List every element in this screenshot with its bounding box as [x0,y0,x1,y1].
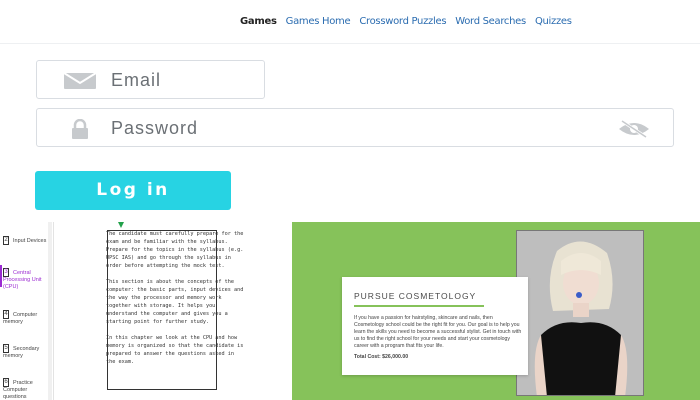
sidebar-item-number: 5 [3,344,9,353]
envelope-icon [63,72,97,89]
sidebar-item-number: 4 [3,310,9,319]
sidebar-item-secondary-memory[interactable]: 5 Secondary memory [3,344,51,360]
document-sidebar: 2 Input Devices 3 Central Processing Unit … [0,222,54,400]
banner-body: If you have a passion for hairstyling, s… [354,315,524,361]
document-paragraph: The candidate must carefully prepare for… [106,231,244,269]
lock-icon [72,119,88,139]
banner-divider [354,305,484,307]
eye-slash-icon[interactable] [617,120,651,138]
document-paragraph: In this chapter we look at the CPU and h… [106,335,244,365]
nav-item-games[interactable]: Games [240,16,277,27]
sidebar-item-number: 2 [3,236,9,245]
sidebar-item-input-devices[interactable]: 2 Input Devices [3,236,51,245]
banner-total-cost: Total Cost: $26,000.00 [354,354,409,360]
document-preview: 2 Input Devices 3 Central Processing Unit … [0,222,290,400]
page: Games Games Home Crossword Puzzles Word … [0,0,700,400]
email-field[interactable]: Email [36,60,265,99]
banner-title: PURSUE COSMETOLOGY [354,291,477,301]
sidebar-item-practice-questions[interactable]: 6 Practice Computer questions [3,378,51,400]
password-placeholder: Password [111,118,199,138]
sidebar-item-computer-memory[interactable]: 4 Computer memory [3,310,51,326]
nav-item-games-home[interactable]: Games Home [286,16,351,27]
top-nav: Games Games Home Crossword Puzzles Word … [0,0,700,44]
password-field[interactable]: Password [36,108,674,147]
model-photo [516,230,644,396]
banner-card: PURSUE COSMETOLOGY If you have a passion… [342,277,528,375]
sidebar-item-label: Input Devices [13,237,47,244]
model-illustration [517,231,643,395]
nav-item-word-searches[interactable]: Word Searches [455,16,526,27]
login-button[interactable]: Log in [35,171,231,210]
cosmetology-banner[interactable]: PURSUE COSMETOLOGY If you have a passion… [292,222,700,400]
document-text: The candidate must carefully prepare for… [106,230,244,396]
nav-item-quizzes[interactable]: Quizzes [535,16,572,27]
email-placeholder: Email [111,70,162,90]
document-paragraph: This section is about the concepts of th… [106,279,244,325]
marker-icon [118,222,124,228]
sidebar-item-number: 6 [3,378,9,387]
banner-description: If you have a passion for hairstyling, s… [354,315,522,349]
nav-item-crossword-puzzles[interactable]: Crossword Puzzles [359,16,446,27]
sidebar-item-cpu[interactable]: 3 Central Processing Unit (CPU) [0,265,51,291]
nav-links: Games Games Home Crossword Puzzles Word … [240,16,581,27]
sidebar-scrollbar[interactable] [48,222,52,400]
sidebar-item-number: 3 [3,268,9,277]
